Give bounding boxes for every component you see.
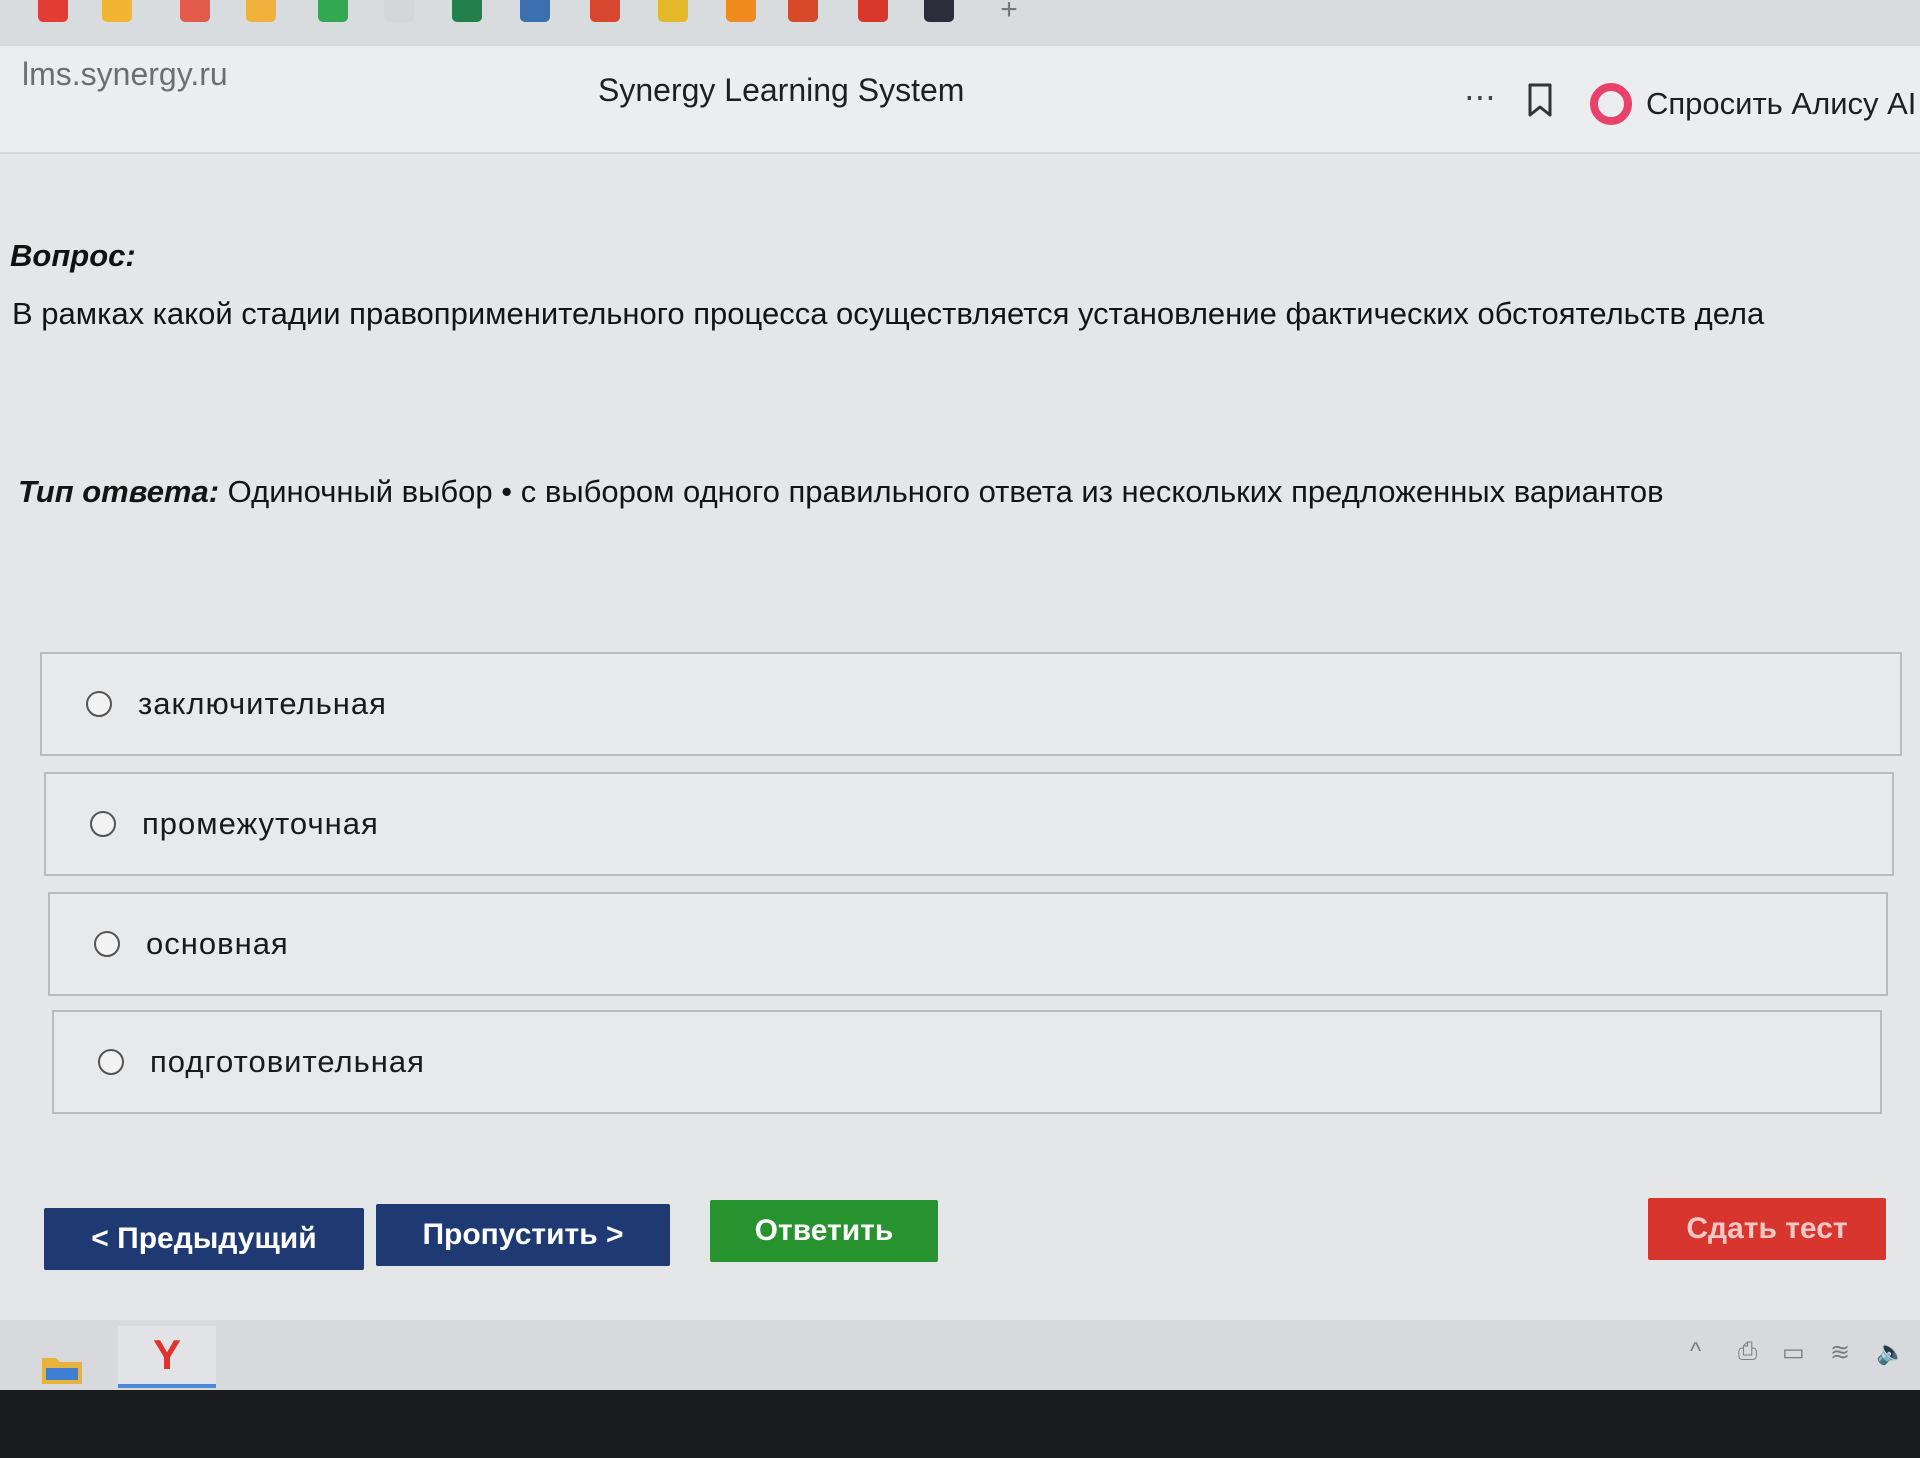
taskbar [0, 1320, 1920, 1390]
monitor-bezel [0, 1390, 1920, 1458]
question-label: Вопрос: [10, 238, 136, 273]
radio-button[interactable] [86, 691, 112, 717]
ask-alice-label: Спросить Алису AI [1646, 86, 1917, 121]
answer-option-1[interactable]: заключительная [40, 652, 1902, 756]
more-menu-icon[interactable]: ⋯ [1464, 78, 1498, 116]
answer-option-label: заключительная [138, 686, 387, 721]
tab-icon-1[interactable] [38, 0, 68, 22]
tab-icon-11[interactable] [726, 0, 756, 22]
tab-icon-6[interactable] [384, 0, 414, 22]
answer-type: Тип ответа: Одиночный выбор • с выбором … [18, 474, 1664, 510]
answer-type-value: Одиночный выбор • с выбором одного прави… [219, 474, 1664, 509]
answer-option-label: промежуточная [142, 806, 379, 841]
bookmark-icon[interactable] [1524, 82, 1556, 118]
answer-option-2[interactable]: промежуточная [44, 772, 1894, 876]
radio-button[interactable] [98, 1049, 124, 1075]
tray-meet-icon[interactable]: ⎙ [1738, 1338, 1766, 1366]
answer-option-label: основная [146, 926, 289, 961]
tab-icon-8[interactable] [520, 0, 550, 22]
tab-icon-2[interactable] [102, 0, 132, 22]
tab-icon-7[interactable] [452, 0, 482, 22]
submit-test-button[interactable]: Сдать тест [1648, 1198, 1886, 1260]
tray-wifi-icon[interactable]: ≋ [1830, 1338, 1858, 1366]
tray-volume-icon[interactable]: 🔈 [1876, 1338, 1906, 1366]
tab-icon-10[interactable] [658, 0, 688, 22]
answer-option-label: подготовительная [150, 1044, 425, 1079]
tab-icon-14[interactable] [924, 0, 954, 22]
page-title: Synergy Learning System [598, 72, 965, 108]
radio-button[interactable] [90, 811, 116, 837]
tab-icon-3[interactable] [180, 0, 210, 22]
tab-icon-5[interactable] [318, 0, 348, 22]
tab-icon-12[interactable] [788, 0, 818, 22]
new-tab-button[interactable]: + [990, 0, 1028, 26]
tab-icon-4[interactable] [246, 0, 276, 22]
tab-icon-13[interactable] [858, 0, 888, 22]
ask-alice-button[interactable]: Спросить Алису AI [1590, 76, 1920, 132]
answer-type-label: Тип ответа: [18, 474, 220, 509]
tab-icon-9[interactable] [590, 0, 620, 22]
yandex-browser-icon[interactable]: Y [118, 1326, 216, 1388]
previous-button[interactable]: < Предыдущий [44, 1208, 364, 1270]
question-text: В рамках какой стадии правоприменительно… [12, 296, 1765, 331]
answer-option-4[interactable]: подготовительная [52, 1010, 1882, 1114]
alice-icon [1590, 83, 1632, 125]
tray-chevron-icon[interactable]: ^ [1690, 1338, 1718, 1366]
radio-button[interactable] [94, 931, 120, 957]
skip-button[interactable]: Пропустить > [376, 1204, 670, 1266]
tab-strip: + [0, 0, 1920, 46]
url-text[interactable]: lms.synergy.ru [22, 56, 228, 93]
answer-option-3[interactable]: основная [48, 892, 1888, 996]
answer-button[interactable]: Ответить [710, 1200, 938, 1262]
tray-battery-icon[interactable]: ▭ [1782, 1338, 1810, 1366]
folder-icon[interactable] [40, 1352, 84, 1386]
